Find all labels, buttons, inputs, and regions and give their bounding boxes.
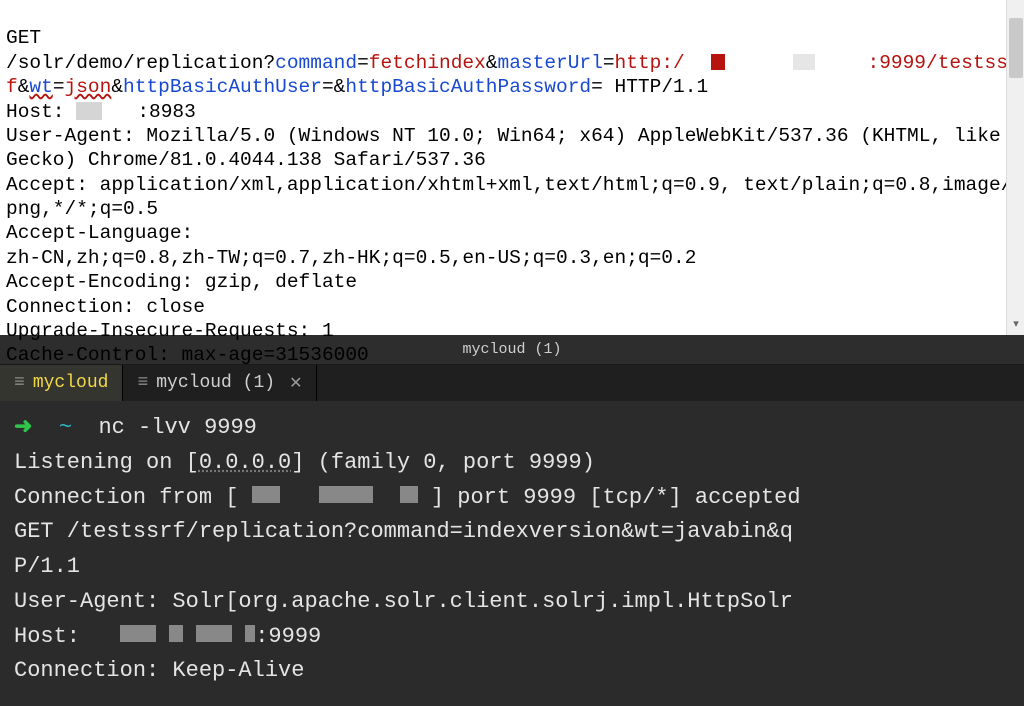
incoming-host-label: Host: <box>14 624 106 649</box>
http-method: GET <box>6 27 41 49</box>
listen-prefix: Listening on [ <box>14 450 199 475</box>
value-command: fetchindex <box>369 52 486 74</box>
terminal-pane[interactable]: ➜ ~ nc -lvv 9999 Listening on [0.0.0.0] … <box>0 401 1024 706</box>
incoming-request-line-1: GET /testssrf/replication?command=indexv… <box>14 519 793 544</box>
accept-language-value: zh-CN,zh;q=0.8,zh-TW;q=0.7,zh-HK;q=0.5,e… <box>6 247 696 269</box>
accept-encoding: Accept-Encoding: gzip, deflate <box>6 271 357 293</box>
redacted-block-icon <box>793 54 815 70</box>
accept-language-label: Accept-Language: <box>6 222 193 244</box>
redacted-ip-icon <box>400 486 418 503</box>
accept-header: Accept: application/xml,application/xhtm… <box>6 174 1012 220</box>
conn-prefix: Connection from [ <box>14 485 238 510</box>
redacted-ip-icon <box>120 625 156 642</box>
incoming-user-agent: User-Agent: Solr[org.apache.solr.client.… <box>14 589 793 614</box>
prompt-tilde: ~ <box>59 415 72 440</box>
tab-bar: ≡ mycloud ≡ mycloud (1) ✕ <box>0 365 1024 401</box>
scroll-down-icon[interactable]: ▾ <box>1007 317 1024 335</box>
param-auth-pass: httpBasicAuthPassword <box>345 76 591 98</box>
scrollbar[interactable]: ▴ ▾ <box>1006 0 1024 335</box>
upgrade-header: Upgrade-Insecure-Requests: 1 <box>6 320 334 342</box>
user-agent: User-Agent: Mozilla/5.0 (Windows NT 10.0… <box>6 125 1012 171</box>
tab-label-mycloud: mycloud <box>33 373 109 393</box>
value-wt: json <box>65 76 112 98</box>
redacted-ip-icon <box>196 625 232 642</box>
redacted-ip-icon <box>245 625 255 642</box>
redacted-ip-icon <box>319 486 373 503</box>
value-masterurl-scheme: http:/ <box>615 52 685 74</box>
tab-label-mycloud-1: mycloud (1) <box>156 373 275 393</box>
incoming-request-line-2: P/1.1 <box>14 554 80 579</box>
value-masterurl-port: :9999/ <box>868 52 938 74</box>
terminal-lines-icon: ≡ <box>137 373 148 393</box>
incoming-host-port: :9999 <box>255 624 321 649</box>
redacted-host-icon <box>711 54 725 70</box>
redacted-ip-icon <box>252 486 280 503</box>
http-request-pane: GET /solr/demo/replication?command=fetch… <box>0 0 1024 335</box>
scroll-thumb[interactable] <box>1009 18 1023 78</box>
param-wt: wt <box>29 76 52 98</box>
listen-ip: 0.0.0.0 <box>199 450 291 475</box>
connection-header: Connection: close <box>6 296 205 318</box>
request-path-prefix: /solr/demo/replication? <box>6 52 275 74</box>
http-version: HTTP/1.1 <box>603 76 708 98</box>
conn-suffix: ] port 9999 [tcp/*] accepted <box>431 485 814 510</box>
tab-mycloud-1[interactable]: ≡ mycloud (1) ✕ <box>123 365 317 401</box>
param-masterurl: masterUrl <box>498 52 603 74</box>
host-label: Host: <box>6 101 76 123</box>
close-icon[interactable]: ✕ <box>289 373 302 393</box>
cache-control: Cache-Control: max-age=31536000 <box>6 344 369 366</box>
prompt-arrow-icon: ➜ <box>14 415 32 440</box>
redacted-host-icon <box>76 102 102 120</box>
incoming-connection: Connection: Keep-Alive <box>14 658 304 683</box>
terminal-command: nc -lvv 9999 <box>98 415 256 440</box>
redacted-ip-icon <box>169 625 183 642</box>
listen-suffix: ] (family 0, port 9999) <box>291 450 595 475</box>
host-port: :8983 <box>137 101 196 123</box>
param-auth-user: httpBasicAuthUser <box>123 76 322 98</box>
param-command: command <box>275 52 357 74</box>
